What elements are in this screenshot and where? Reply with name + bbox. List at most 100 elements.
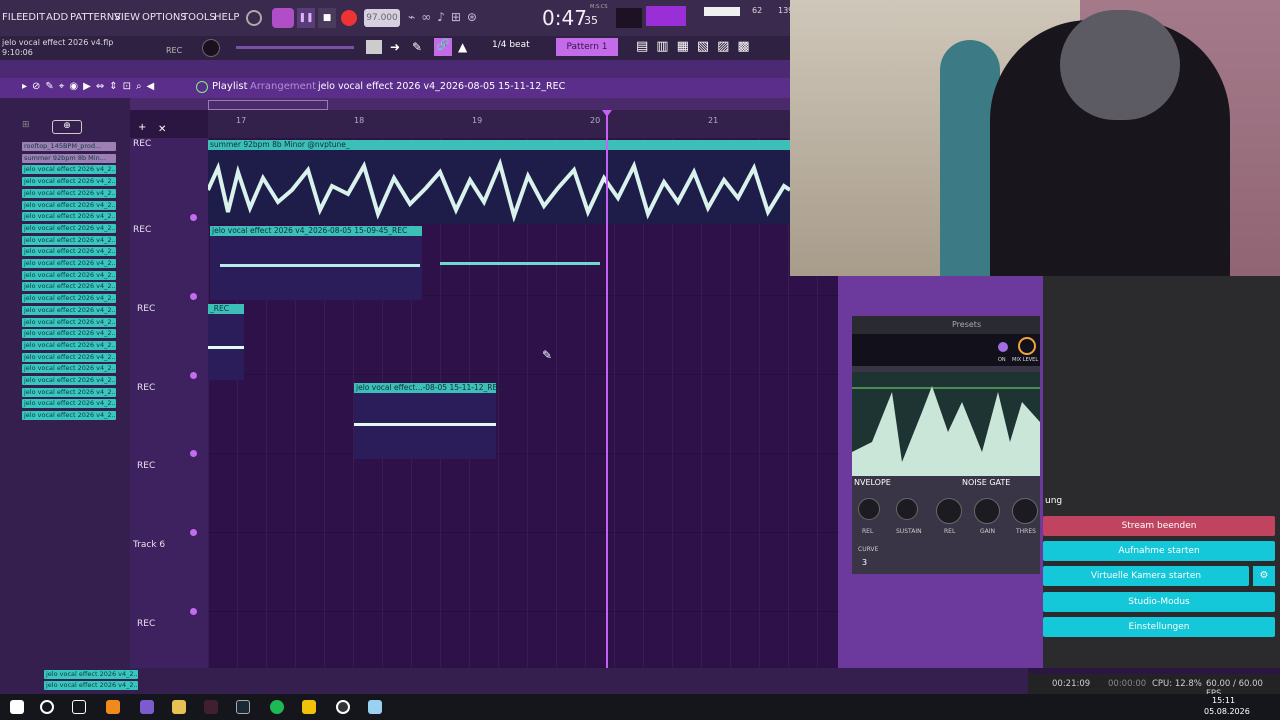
menu-patterns[interactable]: PATTERNS <box>70 12 121 23</box>
master-pitch-slider[interactable] <box>236 46 354 49</box>
curve-value[interactable]: 3 <box>862 558 867 567</box>
gain-knob[interactable] <box>974 498 1000 524</box>
pattern-item[interactable]: jelo vocal effect 2026 v4_2... <box>22 411 116 421</box>
close-icon[interactable]: ✕ <box>158 124 166 135</box>
search-icon[interactable] <box>40 700 54 714</box>
track-mute-dot[interactable] <box>190 372 197 379</box>
picker-all-icon[interactable]: ⊕ <box>52 120 82 134</box>
track-mute-dot[interactable] <box>190 293 197 300</box>
stream-end-button[interactable]: Stream beenden <box>1043 516 1275 536</box>
on-toggle[interactable] <box>998 342 1008 352</box>
track-label[interactable]: REC <box>133 225 151 235</box>
pattern-song-toggle[interactable] <box>272 8 294 28</box>
menu-add[interactable]: ADD <box>46 12 68 23</box>
audio-clips-icon[interactable]: ⊞ <box>22 120 46 132</box>
app-icon[interactable] <box>204 700 218 714</box>
track-mute-dot[interactable] <box>190 450 197 457</box>
menu-options[interactable]: OPTIONS <box>142 12 187 23</box>
window-buttons[interactable]: ▤▥▦▧▨▩ <box>636 39 758 54</box>
gear-icon[interactable]: ⚙ <box>1253 566 1275 586</box>
start-recording-button[interactable]: Aufnahme starten <box>1043 541 1275 561</box>
audio-clip-rec-3[interactable]: jelo vocal effect...-08-05 15-11-12_REC <box>354 383 502 459</box>
master-volume-knob[interactable] <box>202 39 220 57</box>
track-label[interactable]: REC <box>137 619 155 629</box>
pattern-item[interactable]: jelo vocal effect 2026 v4_2... <box>22 376 116 385</box>
menu-edit[interactable]: EDIT <box>22 12 45 23</box>
track-mute-dot[interactable] <box>190 214 197 221</box>
folder-icon[interactable] <box>172 700 186 714</box>
add-track-icon[interactable]: + <box>138 122 146 133</box>
audio-clip-summer[interactable]: summer 92bpm 8b Minor @nvptune_ <box>208 140 790 224</box>
playlist-tools[interactable]: ▸⊘✎⌖◉▶⇔⇕⊡⌕◀ <box>22 81 159 92</box>
scroll-thumb[interactable] <box>208 100 328 110</box>
track-label[interactable]: Track 6 <box>133 540 165 550</box>
fl-studio-icon[interactable] <box>106 700 120 714</box>
track-label[interactable]: REC <box>137 461 155 471</box>
pattern-item[interactable]: jelo vocal effect 2026 v4_2... <box>44 681 138 690</box>
pattern-item[interactable]: jelo vocal effect 2026 v4_2... <box>44 670 138 679</box>
record-button[interactable] <box>341 10 357 26</box>
link-icon[interactable]: 🔗 <box>434 38 452 56</box>
metronome-icon[interactable] <box>246 10 262 26</box>
presets-label[interactable]: Presets <box>952 320 981 329</box>
mix-level-knob[interactable] <box>1018 337 1036 355</box>
playlist-grid[interactable]: summer 92bpm 8b Minor @nvptune_ jelo voc… <box>208 138 838 668</box>
toolbar-icons[interactable]: ⌁∞♪⊞⊛ <box>408 10 498 26</box>
tempo-field[interactable]: 97.000 <box>364 9 400 27</box>
pattern-item[interactable]: jelo vocal effect 2026 v4_2... <box>22 177 116 187</box>
track-label[interactable]: REC <box>137 383 155 393</box>
pattern-item[interactable]: jelo vocal effect 2026 v4_2... <box>22 352 116 362</box>
gate-rel-knob[interactable] <box>936 498 962 524</box>
pattern-item[interactable]: jelo vocal effect 2026 v4_2... <box>22 247 116 257</box>
pattern-item[interactable]: jelo vocal effect 2026 v4_2... <box>22 399 116 409</box>
stop-button[interactable]: ■ <box>318 8 336 28</box>
playhead[interactable] <box>606 116 608 690</box>
rel-knob[interactable] <box>858 498 880 520</box>
obs-icon[interactable] <box>336 700 350 714</box>
settings-button[interactable]: Einstellungen <box>1043 617 1275 637</box>
piano-icon[interactable] <box>366 40 382 54</box>
menu-file[interactable]: FILE <box>2 12 23 23</box>
pattern-item[interactable]: jelo vocal effect 2026 v4_2... <box>22 188 116 198</box>
app-icon[interactable] <box>302 700 316 714</box>
track-label[interactable]: REC <box>133 139 151 149</box>
pattern-item[interactable]: jelo vocal effect 2026 v4_2... <box>22 387 116 397</box>
menu-view[interactable]: VIEW <box>114 12 140 23</box>
audio-clip-rec-1[interactable]: jelo vocal effect 2026 v4_2026-08-05 15-… <box>210 226 422 300</box>
thres-knob[interactable] <box>1012 498 1038 524</box>
spotify-icon[interactable] <box>270 700 284 714</box>
track-mute-dot[interactable] <box>190 608 197 615</box>
timeline-ruler[interactable]: 17 18 19 20 21 <box>208 110 790 138</box>
menu-help[interactable]: HELP <box>214 12 239 23</box>
pattern-item[interactable]: jelo vocal effect 2026 v4_2... <box>22 294 116 304</box>
pattern-item[interactable]: jelo vocal effect 2026 v4_2... <box>22 259 116 268</box>
track-label[interactable]: REC <box>137 304 155 314</box>
pencil-icon[interactable]: ✎ <box>412 40 422 54</box>
windows-start-icon[interactable] <box>10 700 24 714</box>
pattern-item[interactable]: jelo vocal effect 2026 v4_2... <box>22 305 116 315</box>
pattern-item[interactable]: jelo vocal effect 2026 v4_2... <box>22 270 116 280</box>
arrow-icon[interactable]: ➜ <box>390 40 400 54</box>
track-mute-dot[interactable] <box>190 529 197 536</box>
task-view-icon[interactable] <box>72 700 86 714</box>
app-icon[interactable] <box>368 700 382 714</box>
pattern-item[interactable]: jelo vocal effect 2026 v4_2... <box>22 340 116 350</box>
menu-tools[interactable]: TOOLS <box>182 12 216 23</box>
pattern-item[interactable]: jelo vocal effect 2026 v4_2... <box>22 223 116 233</box>
browser-icon[interactable] <box>140 700 154 714</box>
clock-time[interactable]: 15:11 <box>1212 696 1235 705</box>
studio-mode-button[interactable]: Studio-Modus <box>1043 592 1275 612</box>
stamp-icon[interactable]: ▲ <box>458 40 467 54</box>
pattern-item[interactable]: jelo vocal effect 2026 v4_2... <box>22 317 116 327</box>
pattern-item[interactable]: jelo vocal effect 2026 v4_2... <box>22 364 116 374</box>
pattern-selector[interactable]: Pattern 1 <box>556 38 618 56</box>
pattern-item[interactable]: jelo vocal effect 2026 v4_2... <box>22 329 116 339</box>
pattern-item[interactable]: jelo vocal effect 2026 v4_2... <box>22 200 116 210</box>
pattern-item[interactable]: summer 92bpm 8b Min... <box>22 153 116 163</box>
pattern-item[interactable]: jelo vocal effect 2026 v4_2... <box>22 212 116 222</box>
snap-select[interactable]: 1/4 beat <box>492 40 530 50</box>
sustain-knob[interactable] <box>896 498 918 520</box>
steam-icon[interactable] <box>236 700 250 714</box>
pattern-item[interactable]: jelo vocal effect 2026 v4_2... <box>22 165 116 175</box>
pattern-item[interactable]: rooftop_145BPM_prod... <box>22 142 116 151</box>
